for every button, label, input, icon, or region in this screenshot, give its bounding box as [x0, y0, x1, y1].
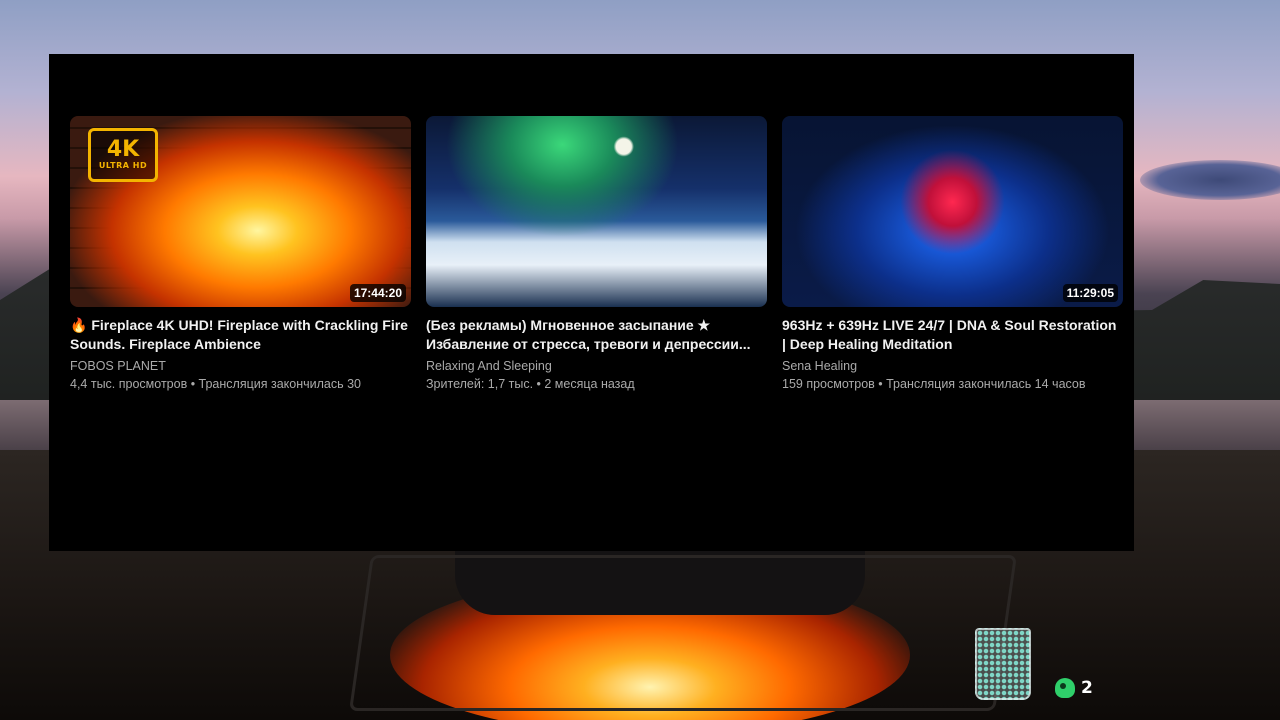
- video-thumbnail[interactable]: [426, 116, 767, 307]
- video-meta: 4,4 тыс. просмотров • Трансляция закончи…: [70, 377, 362, 391]
- channel-name[interactable]: Relaxing And Sleeping: [426, 357, 767, 375]
- token-counter[interactable]: 2: [1055, 678, 1093, 698]
- video-thumbnail[interactable]: 11:29:05: [782, 116, 1123, 307]
- video-suggestions-panel: 4K ULTRA HD 17:44:20 🔥 Fireplace 4K UHD!…: [49, 54, 1134, 551]
- grill-rack: [349, 555, 1017, 711]
- video-duration: 11:29:05: [1062, 284, 1118, 302]
- glass-jar-icon[interactable]: [975, 628, 1031, 700]
- video-title[interactable]: 🔥 Fireplace 4K UHD! Fireplace with Crack…: [70, 316, 411, 354]
- video-title[interactable]: (Без рекламы) Мгновенное засыпание ★ Изб…: [426, 316, 767, 354]
- video-meta: Зрителей: 1,7 тыс. • 2 месяца назад: [426, 377, 635, 391]
- green-token-icon: [1055, 678, 1075, 698]
- video-card[interactable]: (Без рекламы) Мгновенное засыпание ★ Изб…: [426, 116, 767, 393]
- video-title[interactable]: 963Hz + 639Hz LIVE 24/7 | DNA & Soul Res…: [782, 316, 1123, 354]
- video-card[interactable]: 4K ULTRA HD 17:44:20 🔥 Fireplace 4K UHD!…: [70, 116, 411, 393]
- channel-name[interactable]: Sena Healing: [782, 357, 1123, 375]
- 4k-ultra-hd-badge: 4K ULTRA HD: [88, 128, 158, 182]
- token-count: 2: [1081, 678, 1093, 698]
- channel-name[interactable]: FOBOS PLANET: [70, 357, 411, 375]
- video-meta: 159 просмотров • Трансляция закончилась …: [782, 377, 1086, 391]
- video-thumbnail[interactable]: 4K ULTRA HD 17:44:20: [70, 116, 411, 307]
- video-card[interactable]: 11:29:05 963Hz + 639Hz LIVE 24/7 | DNA &…: [782, 116, 1123, 393]
- video-duration: 17:44:20: [349, 284, 406, 302]
